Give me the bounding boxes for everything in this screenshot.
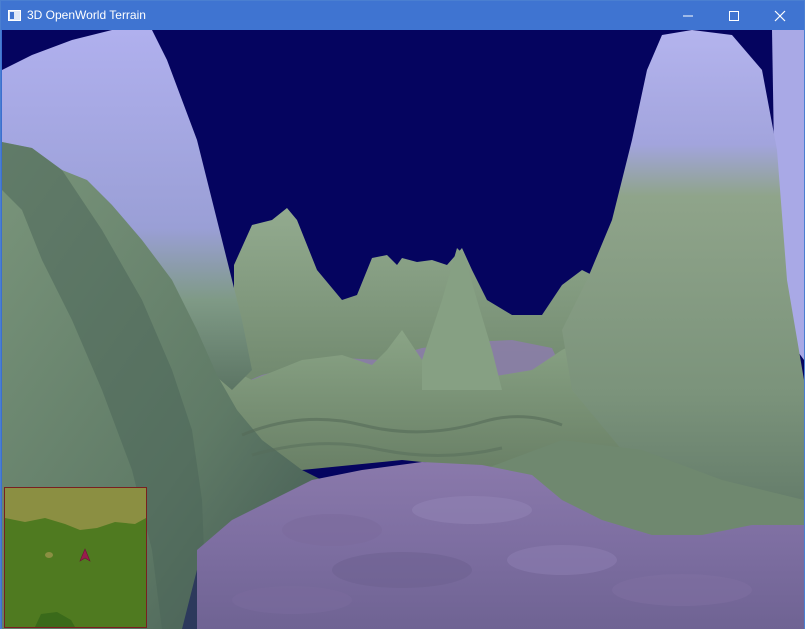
minimap[interactable] <box>4 487 147 628</box>
maximize-button[interactable] <box>711 1 757 30</box>
sand-blotch <box>282 514 382 546</box>
terrain-viewport[interactable] <box>2 30 804 629</box>
window-app-icon[interactable] <box>8 10 21 21</box>
minimize-button[interactable] <box>665 1 711 30</box>
sand-blotch <box>232 586 352 614</box>
title-bar[interactable]: 3D OpenWorld Terrain <box>1 1 804 30</box>
close-icon <box>774 10 786 22</box>
window-title: 3D OpenWorld Terrain <box>27 8 146 22</box>
app-window: 3D OpenWorld Terrain <box>0 0 805 629</box>
minimize-icon <box>683 15 693 17</box>
sand-blotch <box>612 574 752 606</box>
minimap-feature <box>45 552 53 558</box>
minimap-map <box>5 488 146 627</box>
close-button[interactable] <box>757 1 803 30</box>
sand-blotch <box>412 496 532 524</box>
sand-blotch <box>507 545 617 575</box>
sand-blotch <box>332 552 472 588</box>
maximize-icon <box>729 11 739 21</box>
